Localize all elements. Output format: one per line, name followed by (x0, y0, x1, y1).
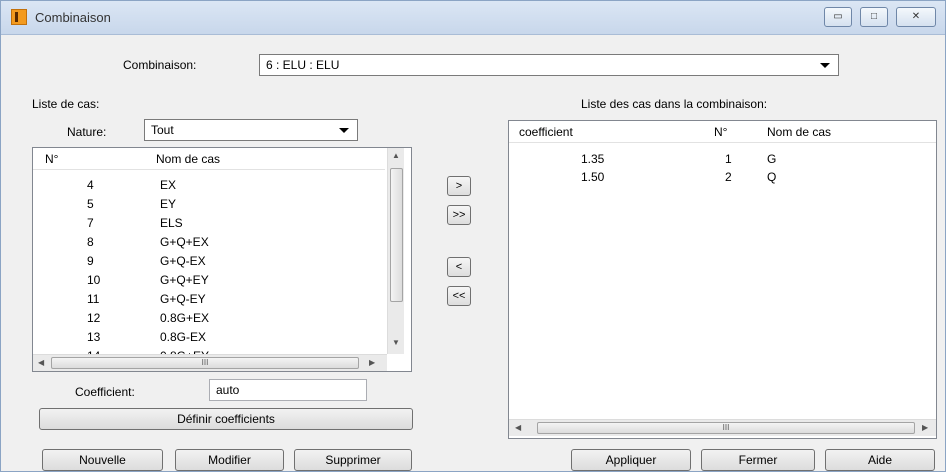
column-header-number[interactable]: N° (714, 125, 727, 139)
case-name: G+Q+EY (160, 273, 209, 287)
case-number: 10 (87, 273, 101, 287)
vertical-scroll-thumb[interactable] (390, 168, 403, 302)
list-item[interactable]: 5 EY (33, 196, 385, 212)
case-name: 0.8G+EX (160, 311, 210, 325)
list-item[interactable]: 13 0.8G-EX (33, 329, 385, 345)
case-list-title: Liste de cas: (32, 97, 100, 111)
maximize-icon: □ (870, 11, 878, 22)
scroll-right-icon[interactable]: ▶ (922, 423, 928, 432)
case-number: 8 (87, 235, 94, 249)
case-name: EY (160, 197, 177, 211)
coefficient-value: auto (216, 383, 240, 397)
case-number: 5 (87, 197, 94, 211)
list-item[interactable]: 12 0.8G+EX (33, 310, 385, 326)
horizontal-scroll-thumb[interactable]: III (537, 422, 915, 434)
title-bar[interactable]: Combinaison ▭ □ ✕ (1, 1, 945, 35)
remove-all-cases-button[interactable]: << (447, 286, 471, 306)
coefficient-value: 1.35 (581, 152, 605, 166)
list-item[interactable]: 9 G+Q-EX (33, 253, 385, 269)
list-item[interactable]: 4 EX (33, 177, 385, 193)
grip-icon: III (722, 423, 730, 432)
column-header-number[interactable]: N° (45, 152, 58, 166)
case-name: ELS (160, 216, 183, 230)
case-list-horizontal-scrollbar[interactable]: ◀ III ▶ (33, 354, 387, 371)
coefficient-value: 1.50 (581, 170, 605, 184)
case-name: G+Q-EX (160, 254, 206, 268)
minimize-icon: ▭ (833, 11, 843, 22)
case-name: Q (767, 170, 777, 184)
scroll-down-icon[interactable]: ▼ (392, 338, 400, 347)
chevron-down-icon (820, 63, 830, 68)
case-name: G+Q+EX (160, 235, 209, 249)
case-number: 2 (725, 170, 732, 184)
combinaison-window: Combinaison ▭ □ ✕ Combinaison: 6 : ELU :… (0, 0, 946, 472)
combinaison-label: Combinaison: (123, 58, 197, 72)
combination-case-list[interactable]: coefficient N° Nom de cas 1.35 1 G 1.50 2 Q ◀… (508, 120, 937, 439)
delete-button[interactable]: Supprimer (294, 449, 412, 471)
list-item[interactable]: 8 G+Q+EX (33, 234, 385, 250)
case-number: 9 (87, 254, 94, 268)
close-window-button[interactable]: ✕ (896, 7, 936, 27)
case-list-vertical-scrollbar[interactable]: ▲ ▼ (387, 148, 404, 354)
app-icon (11, 9, 27, 25)
modify-button[interactable]: Modifier (175, 449, 284, 471)
help-button[interactable]: Aide (825, 449, 935, 471)
list-item[interactable]: 7 ELS (33, 215, 385, 231)
close-icon: ✕ (911, 11, 921, 22)
combination-list-horizontal-scrollbar[interactable]: ◀ III ▶ (509, 419, 936, 436)
minimize-button[interactable]: ▭ (824, 7, 852, 27)
scroll-left-icon[interactable]: ◀ (38, 358, 44, 367)
case-number: 7 (87, 216, 94, 230)
case-number: 11 (87, 292, 100, 306)
column-header-coefficient[interactable]: coefficient (519, 125, 573, 139)
column-header-case-name[interactable]: Nom de cas (156, 152, 220, 166)
combination-list-title: Liste des cas dans la combinaison: (581, 97, 768, 111)
nature-label: Nature: (67, 125, 107, 139)
list-item[interactable]: 11 G+Q-EY (33, 291, 385, 307)
list-item[interactable]: 10 G+Q+EY (33, 272, 385, 288)
table-row[interactable]: 1.35 1 G (509, 151, 936, 167)
add-case-button[interactable]: > (447, 176, 471, 196)
nature-value: Tout (151, 123, 174, 137)
scroll-right-icon[interactable]: ▶ (369, 358, 375, 367)
add-all-cases-button[interactable]: >> (447, 205, 471, 225)
maximize-button[interactable]: □ (860, 7, 888, 27)
close-button[interactable]: Fermer (701, 449, 815, 471)
column-header-case-name[interactable]: Nom de cas (767, 125, 831, 139)
horizontal-scroll-thumb[interactable]: III (51, 357, 359, 369)
case-number: 12 (87, 311, 101, 325)
case-list[interactable]: N° Nom de cas 4 EX 5 EY 7 ELS 8 G+Q+EX 9 G+Q-EX 10… (32, 147, 412, 372)
remove-case-button[interactable]: < (447, 257, 471, 277)
nature-select[interactable]: Tout (144, 119, 358, 141)
combinaison-value: 6 : ELU : ELU (266, 58, 340, 72)
case-name: G+Q-EY (160, 292, 206, 306)
grip-icon: III (201, 358, 209, 367)
case-name: 0.8G-EX (160, 330, 207, 344)
case-number: 1 (725, 152, 732, 166)
coefficient-input[interactable]: auto (209, 379, 367, 401)
combination-list-header: coefficient N° Nom de cas (509, 121, 936, 143)
define-coefficients-button[interactable]: Définir coefficients (39, 408, 413, 430)
chevron-down-icon (339, 128, 349, 133)
case-number: 4 (87, 178, 94, 192)
scroll-left-icon[interactable]: ◀ (515, 423, 521, 432)
coefficient-label: Coefficient: (75, 385, 135, 399)
case-list-header: N° Nom de cas (33, 148, 385, 170)
window-title: Combinaison (35, 10, 111, 25)
case-name: EX (160, 178, 177, 192)
case-name: G (767, 152, 777, 166)
table-row[interactable]: 1.50 2 Q (509, 169, 936, 185)
combinaison-select[interactable]: 6 : ELU : ELU (259, 54, 839, 76)
new-button[interactable]: Nouvelle (42, 449, 163, 471)
scroll-up-icon[interactable]: ▲ (392, 151, 400, 160)
case-number: 13 (87, 330, 101, 344)
apply-button[interactable]: Appliquer (571, 449, 691, 471)
